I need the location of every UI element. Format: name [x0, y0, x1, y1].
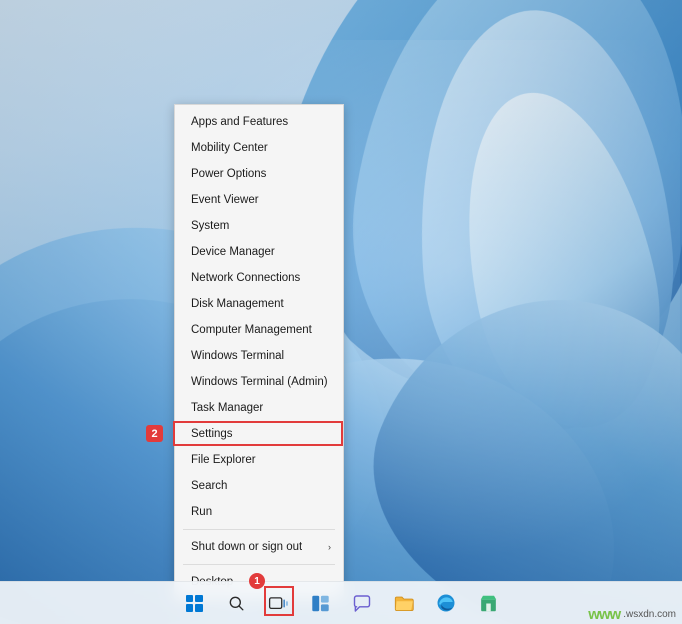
start-button[interactable] [181, 590, 207, 616]
task-view-button[interactable] [265, 590, 291, 616]
menu-item-label: Disk Management [191, 298, 284, 310]
widgets-button[interactable] [307, 590, 333, 616]
screenshot-root: Apps and Features Mobility Center Power … [0, 0, 682, 624]
menu-item-windows-terminal-admin[interactable]: Windows Terminal (Admin) [175, 369, 343, 395]
menu-item-network-connections[interactable]: Network Connections [175, 265, 343, 291]
win-x-quick-link-menu[interactable]: Apps and Features Mobility Center Power … [174, 104, 344, 600]
menu-item-label: Apps and Features [191, 116, 289, 128]
menu-separator [183, 529, 335, 530]
menu-item-file-explorer[interactable]: File Explorer [175, 447, 343, 473]
menu-item-label: Power Options [191, 168, 267, 180]
menu-item-label: Event Viewer [191, 194, 259, 206]
search-icon [229, 596, 244, 611]
menu-item-shut-down-or-sign-out[interactable]: Shut down or sign out › [175, 534, 343, 560]
file-explorer-button[interactable] [391, 590, 417, 616]
menu-item-system[interactable]: System [175, 213, 343, 239]
chat-button[interactable] [349, 590, 375, 616]
menu-item-windows-terminal[interactable]: Windows Terminal [175, 343, 343, 369]
menu-item-disk-management[interactable]: Disk Management [175, 291, 343, 317]
menu-item-settings[interactable]: Settings [175, 421, 343, 447]
menu-item-label: Network Connections [191, 272, 301, 284]
edge-button[interactable] [433, 590, 459, 616]
taskbar[interactable] [0, 581, 682, 624]
watermark: www .wsxdn.com [588, 606, 676, 623]
menu-item-label: System [191, 220, 230, 232]
annotation-badge-2: 2 [146, 425, 163, 442]
folder-icon [394, 596, 414, 611]
menu-item-task-manager[interactable]: Task Manager [175, 395, 343, 421]
menu-item-event-viewer[interactable]: Event Viewer [175, 187, 343, 213]
menu-item-label: Search [191, 480, 228, 492]
store-button[interactable] [475, 590, 501, 616]
menu-item-device-manager[interactable]: Device Manager [175, 239, 343, 265]
watermark-domain: .wsxdn.com [623, 609, 676, 620]
annotation-badge-1: 1 [249, 573, 265, 589]
menu-separator [183, 564, 335, 565]
search-button[interactable] [223, 590, 249, 616]
store-icon [480, 595, 496, 611]
menu-item-run[interactable]: Run [175, 499, 343, 525]
menu-item-label: Run [191, 506, 213, 518]
widgets-icon [311, 595, 329, 611]
menu-item-search[interactable]: Search [175, 473, 343, 499]
chevron-right-icon: › [328, 542, 331, 552]
windows-logo-icon [185, 594, 203, 612]
menu-item-label: Computer Management [191, 324, 312, 336]
menu-item-computer-management[interactable]: Computer Management [175, 317, 343, 343]
menu-item-label: Windows Terminal (Admin) [191, 376, 328, 388]
task-view-icon [268, 596, 288, 609]
menu-item-label: Shut down or sign out [191, 541, 303, 553]
menu-item-label: Windows Terminal [191, 350, 285, 362]
edge-icon [437, 594, 455, 612]
menu-item-mobility-center[interactable]: Mobility Center [175, 135, 343, 161]
menu-item-power-options[interactable]: Power Options [175, 161, 343, 187]
chat-icon [353, 594, 371, 612]
menu-item-label: Device Manager [191, 246, 275, 258]
menu-item-label: Mobility Center [191, 142, 268, 154]
menu-item-label: File Explorer [191, 454, 256, 466]
menu-item-label: Settings [191, 428, 233, 440]
menu-item-label: Task Manager [191, 402, 264, 414]
watermark-logo: www [588, 606, 621, 623]
menu-item-apps-and-features[interactable]: Apps and Features [175, 109, 343, 135]
